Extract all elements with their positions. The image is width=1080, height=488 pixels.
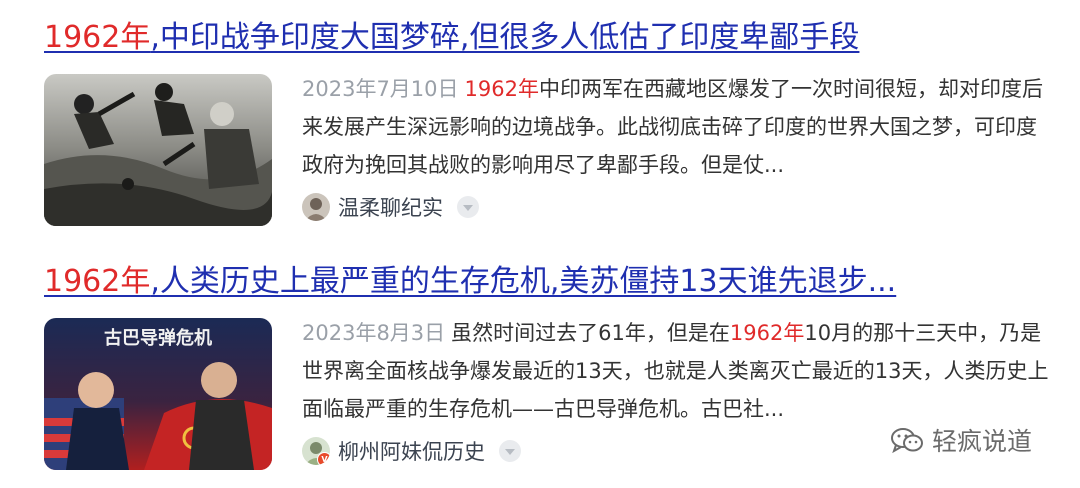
result-snippet: 2023年7月10日 1962年中印两军在西藏地区爆发了一次时间很短，却对印度后来…: [302, 70, 1054, 184]
title-highlight: 1962年: [44, 264, 151, 299]
title-text: ,中印战争印度大国梦碎,但很多人低估了印度卑鄙手段: [150, 20, 860, 55]
result-thumbnail[interactable]: [44, 74, 272, 226]
result-snippet: 2023年8月3日 虽然时间过去了61年，但是在1962年10月的那十三天中，乃是…: [302, 314, 1054, 428]
chevron-down-icon: [463, 205, 473, 211]
verified-badge-icon: V: [317, 452, 330, 465]
result-source: 温柔聊纪实: [302, 192, 479, 222]
wechat-watermark: 轻疯说道: [890, 420, 1032, 460]
title-text: ,人类历史上最严重的生存危机,美苏僵持13天谁先退步...: [150, 264, 897, 299]
chevron-down-icon: [505, 449, 515, 455]
source-avatar[interactable]: [302, 193, 330, 221]
war-photo-thumbnail: [44, 74, 272, 226]
result-source: V 柳州阿妹侃历史: [302, 436, 521, 466]
source-avatar[interactable]: V: [302, 437, 330, 465]
cuban-missile-crisis-poster: 古巴导弹危机: [44, 318, 272, 470]
source-dropdown-button[interactable]: [457, 196, 479, 218]
source-dropdown-button[interactable]: [499, 440, 521, 462]
result-title-link[interactable]: 1962年,中印战争印度大国梦碎,但很多人低估了印度卑鄙手段: [44, 16, 859, 60]
source-name[interactable]: 温柔聊纪实: [338, 192, 443, 222]
wechat-icon: [891, 428, 923, 454]
avatar-icon: [302, 193, 330, 221]
source-name[interactable]: 柳州阿妹侃历史: [338, 436, 485, 466]
result-date: 2023年7月10日: [302, 77, 459, 101]
title-highlight: 1962年: [44, 20, 151, 55]
snippet-text-before: 虽然时间过去了61年，但是在: [451, 321, 730, 345]
watermark-text: 轻疯说道: [932, 427, 1033, 456]
snippet-highlight: 1962年: [464, 77, 539, 101]
snippet-highlight: 1962年: [729, 321, 805, 345]
result-thumbnail[interactable]: 古巴导弹危机: [44, 318, 272, 470]
result-title-link[interactable]: 1962年,人类历史上最严重的生存危机,美苏僵持13天谁先退步...: [44, 260, 896, 304]
poster-title: 古巴导弹危机: [104, 327, 212, 349]
result-date: 2023年8月3日: [302, 321, 446, 345]
